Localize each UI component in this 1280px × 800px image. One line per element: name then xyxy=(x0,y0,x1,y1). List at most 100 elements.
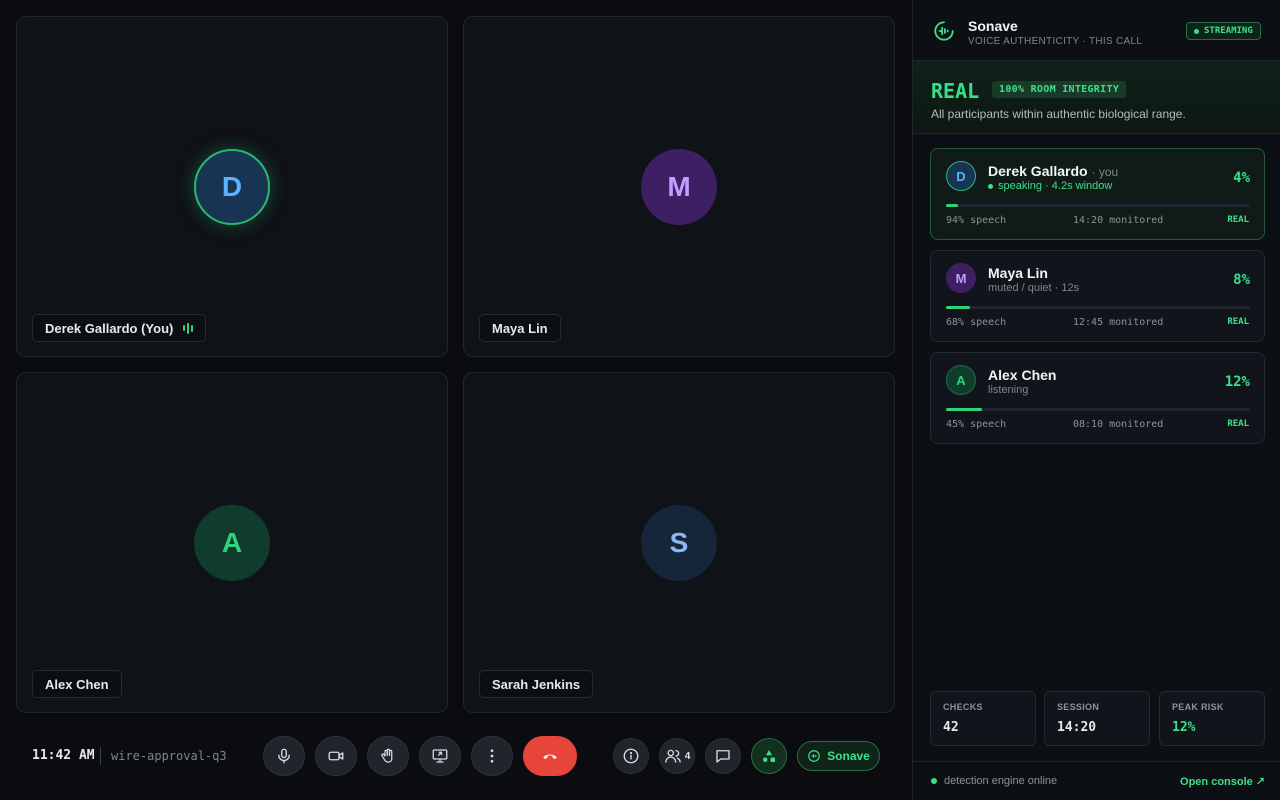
avatar: M xyxy=(641,148,717,225)
risk-score: 8% xyxy=(1233,272,1250,288)
video-tile-sarah[interactable]: S Sarah Jenkins xyxy=(463,372,895,713)
video-tile-maya[interactable]: M Maya Lin xyxy=(463,16,895,357)
avatar: D xyxy=(194,148,270,225)
status-dot-icon xyxy=(1194,28,1199,34)
participant-verdict: REAL xyxy=(1227,317,1249,327)
call-time: 11:42 AM xyxy=(32,748,95,763)
participant-card-alex[interactable]: A Alex Chen listening 12% 45% speech 08:… xyxy=(930,352,1265,444)
speech-ratio: 45% speech xyxy=(946,419,1007,430)
people-count: 4 xyxy=(684,750,691,762)
panel-footer: detection engine online Open console ↗ xyxy=(913,761,1280,800)
avatar: M xyxy=(946,263,976,293)
speaking-dot-icon xyxy=(988,183,993,189)
people-icon xyxy=(664,749,681,763)
more-options-button[interactable] xyxy=(471,736,513,776)
participant-card-maya[interactable]: M Maya Lin muted / quiet · 12s 8% 68% sp… xyxy=(930,250,1265,342)
call-controls: 11:42 AM wire-approval-q3 4 Sonave xyxy=(16,734,896,778)
participant-status: speaking · 4.2s window xyxy=(988,180,1112,192)
camera-icon xyxy=(328,751,344,761)
avatar: S xyxy=(641,504,717,581)
external-link-icon: ↗ xyxy=(1255,776,1265,788)
participant-name: Derek Gallardo (You) xyxy=(45,320,174,336)
risk-bar-fill xyxy=(946,408,983,411)
risk-bar xyxy=(946,204,1250,207)
info-icon xyxy=(623,748,639,764)
participant-name: Derek Gallardo · you xyxy=(988,163,1119,179)
meeting-id: wire-approval-q3 xyxy=(111,749,227,763)
stat-label: CHECKS xyxy=(943,702,983,712)
participant-name: Sarah Jenkins xyxy=(492,676,581,692)
participant-nametag: Maya Lin xyxy=(479,314,561,342)
online-dot-icon xyxy=(931,778,937,784)
sonave-logo-icon xyxy=(934,21,954,41)
stat-label: PEAK RISK xyxy=(1172,702,1224,712)
sonave-icon xyxy=(808,750,820,762)
camera-button[interactable] xyxy=(315,736,357,776)
session-stats: CHECKS 42 SESSION 14:20 PEAK RISK 12% xyxy=(930,691,1265,746)
stat-value: 14:20 xyxy=(1057,720,1097,735)
participant-name: Alex Chen xyxy=(988,367,1057,383)
avatar: A xyxy=(194,504,270,581)
end-call-icon xyxy=(543,754,557,759)
panel-header: Sonave VOICE AUTHENTICITY · THIS CALL ST… xyxy=(913,0,1280,61)
participant-verdict: REAL xyxy=(1227,419,1249,429)
divider xyxy=(100,747,101,765)
participant-status: muted / quiet · 12s xyxy=(988,282,1080,294)
participant-name: Maya Lin xyxy=(988,265,1048,281)
info-button[interactable] xyxy=(613,738,649,774)
video-grid: D Derek Gallardo (You) M Maya Lin A Alex… xyxy=(16,16,896,714)
you-tag: · you xyxy=(1091,165,1119,179)
monitored-time: 08:10 monitored xyxy=(1073,419,1164,430)
mute-button[interactable] xyxy=(263,736,305,776)
share-screen-button[interactable] xyxy=(419,736,461,776)
risk-score: 12% xyxy=(1224,374,1250,390)
streaming-badge: STREAMING xyxy=(1186,22,1261,40)
speaking-indicator-icon xyxy=(183,322,194,334)
stat-value: 12% xyxy=(1172,720,1196,735)
avatar: A xyxy=(946,365,976,395)
chat-button[interactable] xyxy=(705,738,741,774)
sonave-button[interactable]: Sonave xyxy=(797,741,880,771)
apps-icon xyxy=(763,750,775,762)
risk-bar xyxy=(946,306,1250,309)
panel-subtitle: VOICE AUTHENTICITY · THIS CALL xyxy=(968,36,1143,47)
participant-card-derek[interactable]: D Derek Gallardo · you speaking · 4.2s w… xyxy=(930,148,1265,240)
apps-button[interactable] xyxy=(751,738,787,774)
risk-bar xyxy=(946,408,1250,411)
stat-peak-risk: PEAK RISK 12% xyxy=(1159,691,1265,746)
monitored-time: 14:20 monitored xyxy=(1073,215,1164,226)
risk-bar-fill xyxy=(946,204,959,207)
chat-icon xyxy=(716,750,730,763)
stat-label: SESSION xyxy=(1057,702,1100,712)
avatar: D xyxy=(946,161,976,191)
video-tile-alex[interactable]: A Alex Chen xyxy=(16,372,448,713)
risk-score: 4% xyxy=(1233,170,1250,186)
end-call-button[interactable] xyxy=(523,736,577,776)
participant-nametag: Derek Gallardo (You) xyxy=(32,314,207,342)
participant-nametag: Alex Chen xyxy=(32,670,122,698)
open-console-link[interactable]: Open console ↗ xyxy=(1180,775,1265,789)
stat-value: 42 xyxy=(943,720,959,735)
monitored-time: 12:45 monitored xyxy=(1073,317,1164,328)
sonave-panel: Sonave VOICE AUTHENTICITY · THIS CALL ST… xyxy=(912,0,1280,800)
participant-name: Alex Chen xyxy=(45,676,109,692)
more-icon xyxy=(490,749,494,763)
raise-hand-button[interactable] xyxy=(367,736,409,776)
call-app: D Derek Gallardo (You) M Maya Lin A Alex… xyxy=(0,0,1280,800)
sonave-label: Sonave xyxy=(827,749,870,763)
video-tile-derek[interactable]: D Derek Gallardo (You) xyxy=(16,16,448,357)
participant-verdict: REAL xyxy=(1227,215,1249,225)
participant-nametag: Sarah Jenkins xyxy=(479,670,594,698)
people-button[interactable]: 4 xyxy=(659,738,695,774)
speech-ratio: 68% speech xyxy=(946,317,1007,328)
raise-hand-icon xyxy=(381,748,393,763)
participant-name: Maya Lin xyxy=(492,320,548,336)
verdict-description: All participants within authentic biolog… xyxy=(931,107,1186,121)
risk-bar-fill xyxy=(946,306,971,309)
room-verdict: REAL 100% ROOM INTEGRITY All participant… xyxy=(913,61,1280,134)
engine-status: detection engine online xyxy=(931,775,1057,787)
panel-title: Sonave xyxy=(968,18,1018,34)
integrity-chip: 100% ROOM INTEGRITY xyxy=(992,81,1127,98)
verdict-label: REAL xyxy=(931,79,980,103)
stat-session: SESSION 14:20 xyxy=(1044,691,1150,746)
